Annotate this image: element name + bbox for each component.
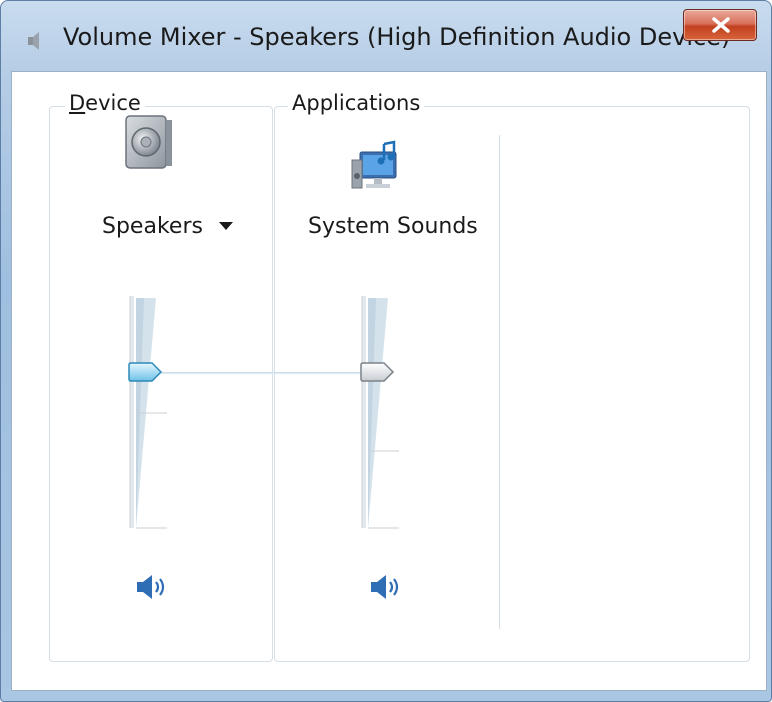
system-sounds-volume-thumb[interactable] (360, 361, 396, 383)
title-bar[interactable]: Volume Mixer - Speakers (High Definition… (1, 1, 771, 71)
device-name[interactable]: Speakers (102, 214, 203, 239)
close-icon (712, 17, 730, 33)
volume-link-line (161, 372, 371, 374)
window-title: Volume Mixer - Speakers (High Definition… (63, 23, 731, 51)
device-volume-slider[interactable] (122, 296, 167, 531)
speaker-device-icon[interactable] (122, 114, 174, 172)
applications-group (274, 106, 750, 662)
system-sounds-volume-slider[interactable] (354, 296, 399, 531)
device-mute-button[interactable] (136, 572, 170, 602)
mixer-client-area: Device Applications Speakers System Soun… (11, 71, 767, 691)
device-volume-thumb[interactable] (128, 361, 164, 383)
device-group-label: Device (65, 91, 145, 115)
speaker-volume-icon (371, 575, 399, 599)
system-sounds-icon[interactable] (350, 138, 404, 192)
applications-group-label: Applications (288, 91, 425, 115)
applications-divider (499, 135, 500, 629)
speaker-icon (28, 32, 39, 50)
speaker-volume-icon (137, 575, 165, 599)
device-dropdown-arrow-icon[interactable] (219, 222, 233, 230)
app-name-system-sounds: System Sounds (308, 214, 478, 239)
volume-mixer-window: Volume Mixer - Speakers (High Definition… (0, 0, 772, 702)
system-sounds-mute-button[interactable] (370, 572, 404, 602)
close-button[interactable] (683, 9, 757, 41)
